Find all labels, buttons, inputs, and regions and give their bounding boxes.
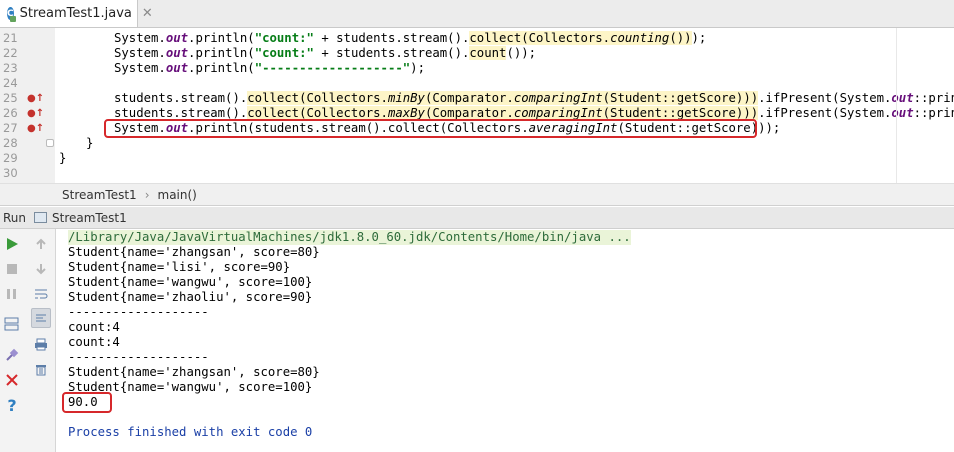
run-panel: ? /Library/Java/JavaVirtualMachines/jdk1… — [0, 229, 954, 452]
layout-icon — [4, 317, 18, 331]
scroll-down-button[interactable] — [33, 261, 49, 277]
line-number: 29 — [3, 151, 18, 165]
clear-all-button[interactable] — [33, 361, 49, 377]
run-config-icon — [34, 212, 48, 223]
editor-tab-bar: C StreamTest1.java ✕ — [0, 0, 954, 28]
layout-button[interactable] — [3, 316, 19, 332]
soft-wrap-button[interactable] — [33, 286, 49, 302]
trash-icon — [36, 364, 46, 375]
arrow-up-icon — [36, 238, 46, 249]
pause-button[interactable] — [4, 286, 20, 302]
code-line-28: } — [86, 136, 94, 150]
line-number: 22 — [3, 46, 18, 60]
code-highlight-box — [104, 119, 757, 138]
console-line: Student{name='zhangsan', score=80} — [68, 365, 320, 379]
arrow-down-icon — [36, 264, 46, 275]
line-gutter: 21 22 23 24 25 ●↑ 26 ●↑ 27 ●↑ 28 29 30 — [0, 28, 55, 183]
run-tool-window-header: Run StreamTest1 — [0, 207, 954, 229]
code-line-25: students.stream().collect(Collectors.min… — [114, 91, 954, 105]
console-line: Student{name='zhangsan', score=80} — [68, 245, 320, 259]
scroll-up-button[interactable] — [33, 236, 49, 252]
breadcrumb-separator: › — [144, 187, 150, 202]
run-toolbar-secondary — [27, 229, 56, 452]
code-line-23: System.out.println("-------------------"… — [114, 61, 425, 75]
console-line: Student{name='wangwu', score=100} — [68, 275, 313, 289]
code-line-22: System.out.println("count:" + students.s… — [114, 46, 537, 60]
stop-button[interactable] — [4, 261, 20, 277]
print-icon — [35, 338, 47, 350]
output-highlight-box — [62, 392, 112, 413]
code-text[interactable]: System.out.println("count:" + students.s… — [55, 28, 954, 183]
code-line-21: System.out.println("count:" + students.s… — [114, 31, 707, 45]
pin-button[interactable] — [4, 347, 20, 363]
breadcrumb: StreamTest1 › main() — [0, 183, 954, 206]
console-line: count:4 — [68, 320, 120, 334]
close-button[interactable] — [4, 372, 20, 388]
close-icon — [6, 374, 18, 386]
console-line: ------------------- — [68, 305, 209, 319]
code-editor[interactable]: 21 22 23 24 25 ●↑ 26 ●↑ 27 ●↑ 28 29 30 Syst… — [0, 28, 954, 183]
breadcrumb-method[interactable]: main() — [158, 188, 197, 202]
console-exit-line: Process finished with exit code 0 — [68, 425, 313, 439]
print-button[interactable] — [33, 336, 49, 352]
help-icon[interactable]: ? — [4, 396, 20, 415]
console-line: count:4 — [68, 335, 120, 349]
close-tab-icon[interactable]: ✕ — [142, 6, 153, 21]
line-number: 23 — [3, 61, 18, 75]
console-line: ------------------- — [68, 350, 209, 364]
java-class-icon: C — [7, 7, 16, 22]
line-number: 28 — [3, 136, 18, 150]
file-tab-title: StreamTest1.java — [19, 6, 132, 21]
pause-icon — [7, 289, 16, 299]
right-margin-guide — [896, 28, 897, 183]
pin-icon — [6, 348, 19, 361]
breakpoint-override-icon[interactable]: ●↑ — [27, 122, 44, 135]
line-number: 27 — [3, 121, 18, 135]
fold-icon[interactable] — [46, 139, 54, 147]
scroll-end-icon — [36, 314, 46, 322]
line-number: 26 — [3, 106, 18, 120]
line-number: 25 — [3, 91, 18, 105]
code-line-29: } — [59, 151, 67, 165]
console-line: Student{name='lisi', score=90} — [68, 260, 291, 274]
rerun-button[interactable] — [4, 236, 20, 252]
breadcrumb-class[interactable]: StreamTest1 — [62, 188, 137, 202]
play-icon — [6, 238, 18, 250]
breakpoint-override-icon[interactable]: ●↑ — [27, 107, 44, 120]
breakpoint-override-icon[interactable]: ●↑ — [27, 92, 44, 105]
console-line: Student{name='zhaoliu', score=90} — [68, 290, 313, 304]
stop-icon — [7, 264, 17, 274]
line-number: 24 — [3, 76, 18, 90]
run-label: Run — [3, 210, 27, 225]
console-command-line: /Library/Java/JavaVirtualMachines/jdk1.8… — [68, 230, 631, 245]
file-tab[interactable]: C StreamTest1.java ✕ — [0, 0, 153, 27]
line-number: 21 — [3, 31, 18, 45]
run-toolbar-primary: ? — [0, 229, 27, 452]
scroll-to-end-button[interactable] — [31, 308, 51, 328]
run-config-name[interactable]: StreamTest1 — [52, 211, 127, 225]
line-number: 30 — [3, 166, 18, 180]
wrap-icon — [35, 289, 48, 299]
